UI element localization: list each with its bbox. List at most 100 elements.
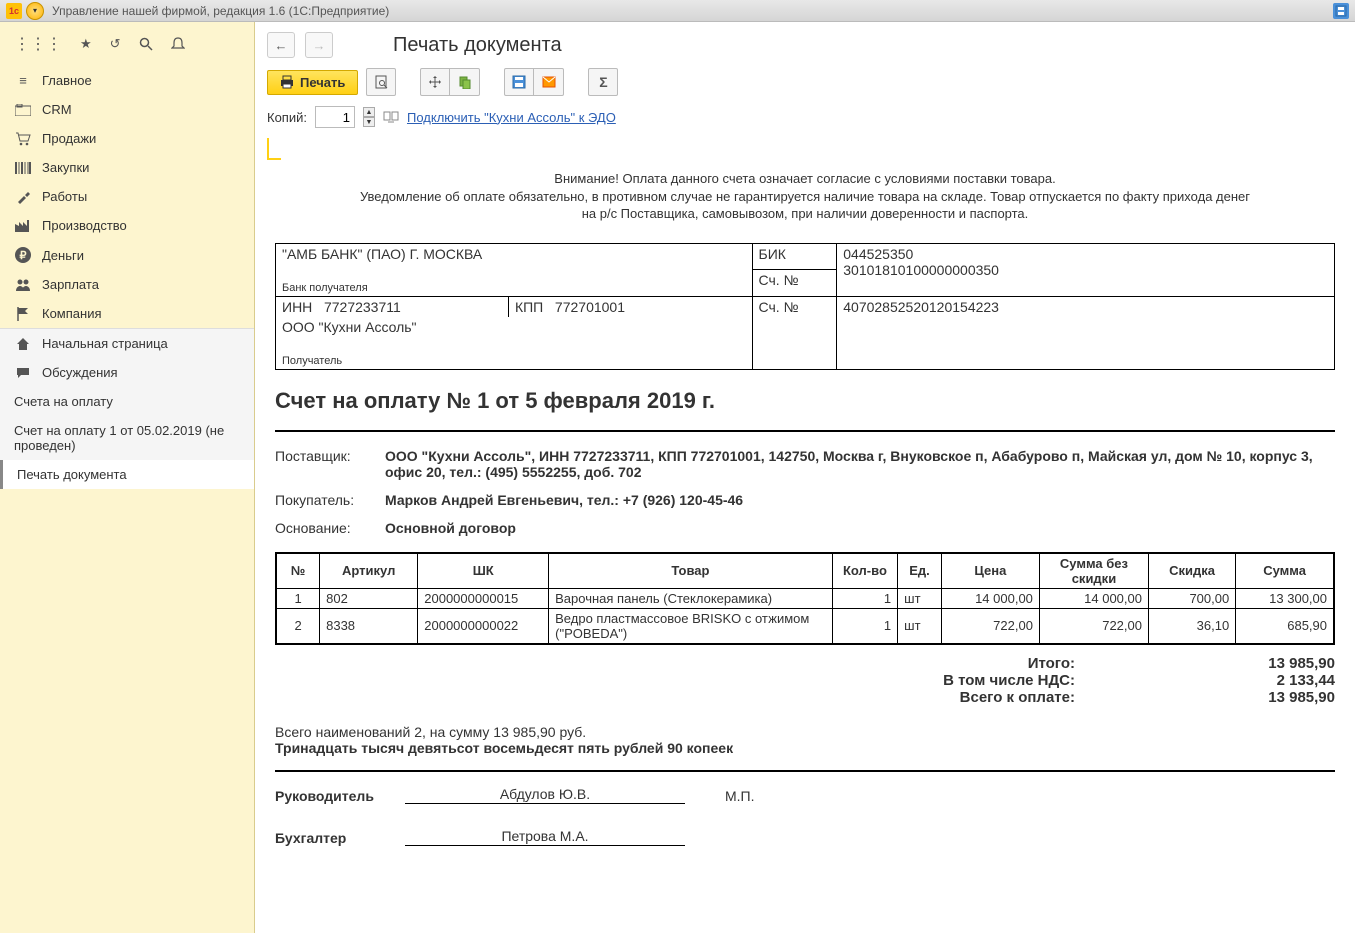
copies-down[interactable]: ▼ xyxy=(363,117,375,127)
toolbar: Печать Σ xyxy=(255,64,1355,102)
table-header-row: № Артикул ШК Товар Кол-во Ед. Цена Сумма… xyxy=(276,553,1334,589)
cart-icon xyxy=(14,132,32,146)
sidebar-item-startpage[interactable]: Начальная страница xyxy=(0,329,254,358)
invoice-title: Счет на оплату № 1 от 5 февраля 2019 г. xyxy=(275,388,1335,414)
sidebar-item-company[interactable]: Компания xyxy=(0,299,254,328)
basis-label: Основание: xyxy=(275,520,385,538)
sidebar-sub-print[interactable]: Печать документа xyxy=(0,460,254,489)
edo-link[interactable]: Подключить "Кухни Ассоль" к ЭДО xyxy=(407,110,616,125)
sidebar-item-purchases[interactable]: Закупки xyxy=(0,153,254,182)
sidebar-item-label: Работы xyxy=(42,189,87,204)
search-icon[interactable] xyxy=(139,37,153,51)
sidebar-item-salary[interactable]: Зарплата xyxy=(0,270,254,299)
app-menu-dropdown[interactable]: ▾ xyxy=(26,2,44,20)
sidebar-item-money[interactable]: ₽ Деньги xyxy=(0,240,254,270)
copies-up[interactable]: ▲ xyxy=(363,107,375,117)
sidebar-item-crm[interactable]: CRM xyxy=(0,95,254,124)
bank-details-table: "АМБ БАНК" (ПАО) Г. МОСКВА Банк получате… xyxy=(275,243,1335,370)
sidebar-item-label: Зарплата xyxy=(42,277,99,292)
back-button[interactable]: ← xyxy=(267,32,295,58)
barcode-icon xyxy=(14,162,32,174)
save-button[interactable] xyxy=(504,68,534,96)
copies-input[interactable] xyxy=(315,106,355,128)
accountant-name: Петрова М.А. xyxy=(405,828,685,846)
sidebar-item-main[interactable]: ≡ Главное xyxy=(0,66,254,95)
acc2-label: Сч. № xyxy=(759,299,799,315)
kpp-value: 772701001 xyxy=(555,299,625,315)
bell-icon[interactable] xyxy=(171,37,185,51)
account-value: 40702852520120154223 xyxy=(843,299,999,315)
sidebar-item-label: Начальная страница xyxy=(42,336,168,351)
sum-button[interactable]: Σ xyxy=(588,68,618,96)
print-button[interactable]: Печать xyxy=(267,70,358,95)
sub-label: Счет на оплату 1 от 05.02.2019 (не прове… xyxy=(14,423,224,453)
bank-name: "АМБ БАНК" (ПАО) Г. МОСКВА xyxy=(282,246,482,262)
sidebar-item-label: Закупки xyxy=(42,160,89,175)
chat-icon xyxy=(14,367,32,379)
sidebar-item-works[interactable]: Работы xyxy=(0,182,254,211)
people-icon xyxy=(14,279,32,291)
total-nds: 2 133,44 xyxy=(1075,672,1335,689)
attach-button[interactable] xyxy=(450,68,480,96)
bik-label: БИК xyxy=(759,246,786,262)
mp-label: М.П. xyxy=(725,788,755,804)
ruble-icon: ₽ xyxy=(14,247,32,263)
buyer-label: Покупатель: xyxy=(275,492,385,510)
copies-label: Копий: xyxy=(267,110,307,125)
history-icon[interactable]: ↺ xyxy=(110,36,121,52)
warning-text: Внимание! Оплата данного счета означает … xyxy=(275,170,1335,223)
home-icon xyxy=(14,337,32,351)
table-row: 18022000000000015Варочная панель (Стекло… xyxy=(276,588,1334,608)
sidebar-item-label: Компания xyxy=(42,306,102,321)
factory-icon xyxy=(14,220,32,232)
org-name: ООО "Кухни Ассоль" xyxy=(282,319,417,335)
sidebar-item-label: Обсуждения xyxy=(42,365,118,380)
recipient-label: Получатель xyxy=(282,355,342,367)
sidebar-item-production[interactable]: Производство xyxy=(0,211,254,240)
corr-account: 30101810100000000350 xyxy=(843,262,999,278)
sidebar-item-label: CRM xyxy=(42,102,72,117)
sidebar-sub-invoice1[interactable]: Счет на оплату 1 от 05.02.2019 (не прове… xyxy=(0,416,254,460)
buyer-value: Марков Андрей Евгеньевич, тел.: +7 (926)… xyxy=(385,492,1335,510)
flag-icon xyxy=(14,307,32,321)
edo-icon xyxy=(383,110,399,124)
signature-head: Руководитель Абдулов Ю.В. М.П. xyxy=(275,786,1335,804)
apps-icon[interactable]: ⋮⋮⋮ xyxy=(14,34,62,54)
star-icon[interactable]: ★ xyxy=(80,36,92,52)
totals-block: Итого:13 985,90 В том числе НДС:2 133,44… xyxy=(275,655,1335,706)
sidebar-item-label: Производство xyxy=(42,218,127,233)
app-icon: 1c xyxy=(6,3,22,19)
preview-button[interactable] xyxy=(366,68,396,96)
sidebar-item-label: Деньги xyxy=(42,248,84,263)
items-table: № Артикул ШК Товар Кол-во Ед. Цена Сумма… xyxy=(275,552,1335,645)
window-title: Управление нашей фирмой, редакция 1.6 (1… xyxy=(52,4,389,18)
basis-value: Основной договор xyxy=(385,520,1335,538)
total-pay: 13 985,90 xyxy=(1075,689,1335,706)
email-button[interactable] xyxy=(534,68,564,96)
summary-line: Всего наименований 2, на сумму 13 985,90… xyxy=(275,724,1335,740)
sidebar-sub-invoices[interactable]: Счета на оплату xyxy=(0,387,254,416)
sidebar-item-sales[interactable]: Продажи xyxy=(0,124,254,153)
print-label: Печать xyxy=(300,75,345,90)
main-panel: ← → Печать документа Печать Σ xyxy=(255,22,1355,933)
sidebar-item-label: Главное xyxy=(42,73,92,88)
move-button[interactable] xyxy=(420,68,450,96)
save-icon[interactable] xyxy=(1333,3,1349,19)
acc-label: Сч. № xyxy=(759,272,799,288)
sidebar-item-discussions[interactable]: Обсуждения xyxy=(0,358,254,387)
total-itogo: 13 985,90 xyxy=(1075,655,1335,672)
tools-icon xyxy=(14,190,32,204)
bank-label: Банк получателя xyxy=(282,282,368,294)
document-area: Внимание! Оплата данного счета означает … xyxy=(255,138,1355,933)
window-titlebar: 1c ▾ Управление нашей фирмой, редакция 1… xyxy=(0,0,1355,22)
bik-value: 044525350 xyxy=(843,246,913,262)
forward-button[interactable]: → xyxy=(305,32,333,58)
sidebar: ⋮⋮⋮ ★ ↺ ≡ Главное CRM Продажи Закупки Раб… xyxy=(0,22,255,933)
printer-icon xyxy=(280,75,294,89)
supplier-value: ООО "Кухни Ассоль", ИНН 7727233711, КПП … xyxy=(385,448,1335,482)
sidebar-toolbar: ⋮⋮⋮ ★ ↺ xyxy=(0,22,254,66)
supplier-label: Поставщик: xyxy=(275,448,385,482)
head-name: Абдулов Ю.В. xyxy=(405,786,685,804)
menu-icon: ≡ xyxy=(14,73,32,88)
inn-value: 7727233711 xyxy=(324,299,401,315)
